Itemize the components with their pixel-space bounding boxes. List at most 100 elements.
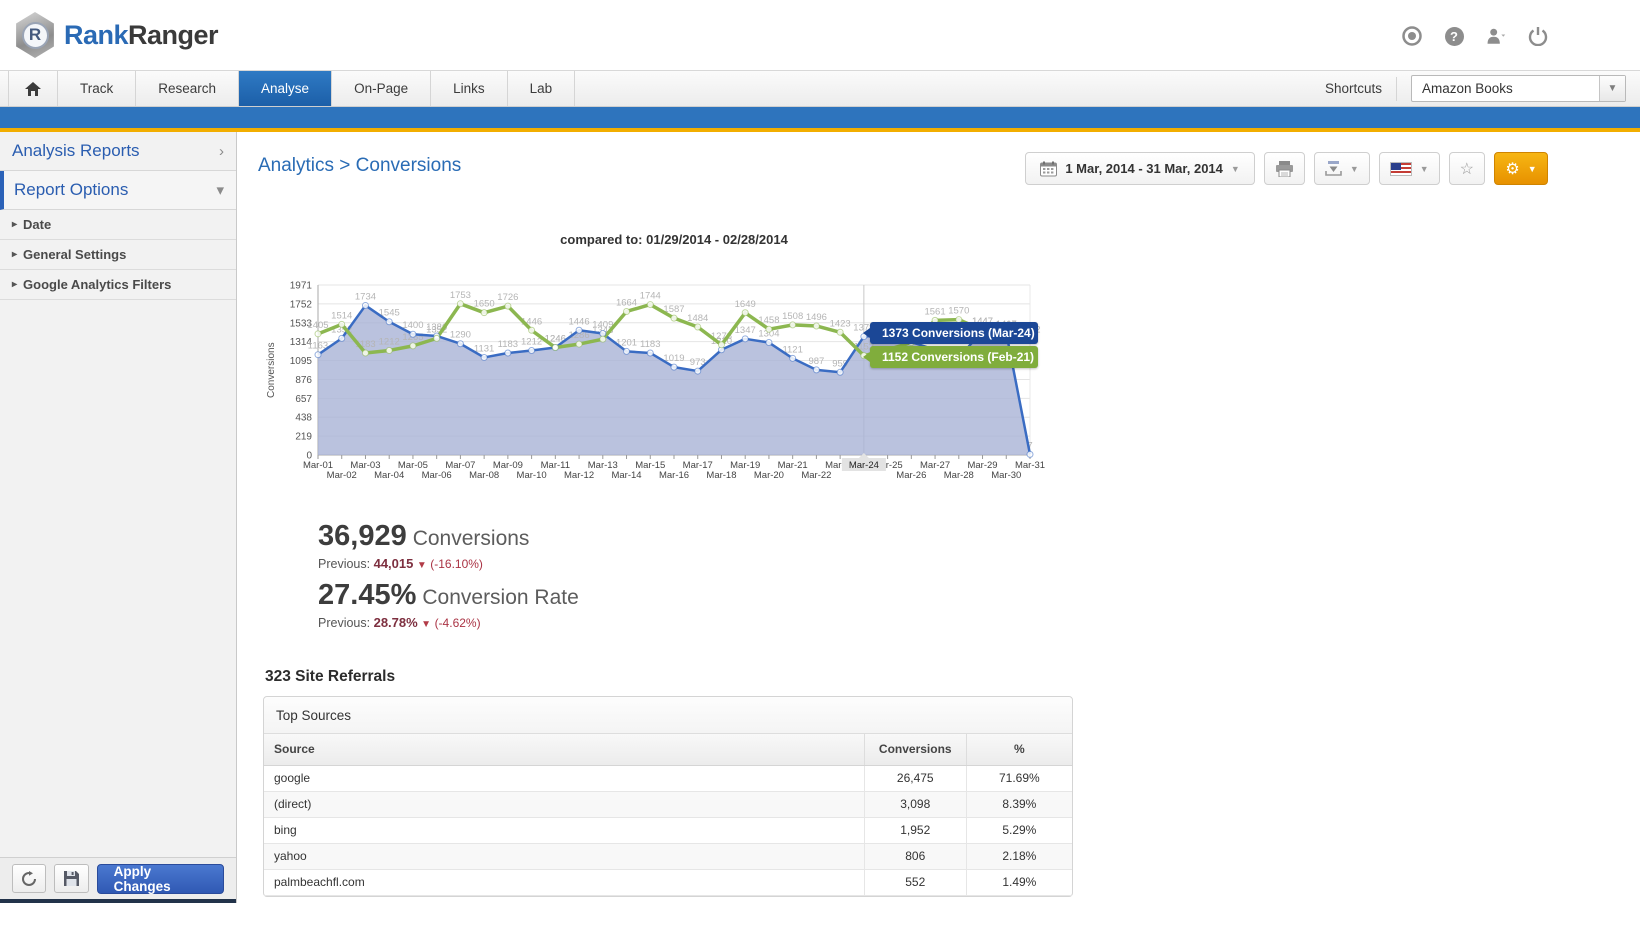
chevron-down-icon: ▼ [1599,76,1625,101]
svg-text:1971: 1971 [290,281,313,292]
us-flag-icon [1390,162,1412,176]
svg-text:1650: 1650 [474,299,495,310]
panel-title: Top Sources [264,697,1072,734]
svg-text:1446: 1446 [568,316,589,327]
column-header: % [966,734,1072,765]
previous-value: 28.78% [374,615,418,630]
print-button[interactable] [1264,152,1305,185]
svg-text:Conversions: Conversions [266,342,277,398]
nav-tab-research[interactable]: Research [136,71,239,106]
settings-button[interactable]: ⚙ ▼ [1494,152,1548,185]
sidebar-option-date[interactable]: ▸Date [0,210,236,240]
top-sources-panel: Top Sources SourceConversions% google26,… [263,696,1073,897]
nav-tab-links[interactable]: Links [431,71,508,106]
chevron-down-icon: ▼ [1420,164,1429,174]
account-select[interactable]: Amazon Books ▼ [1411,75,1626,102]
sidebar-bottom-strip [0,899,236,903]
column-header: Source [264,734,864,765]
brand-ranger: Ranger [128,20,218,50]
save-icon [64,871,79,886]
app-logo: R RankRanger [14,12,218,58]
svg-text:Mar-02: Mar-02 [327,470,357,481]
nav-tab-track[interactable]: Track [58,71,136,106]
gold-band [0,128,1640,132]
user-icon[interactable] [1486,26,1506,46]
table-cell: 8.39% [966,791,1072,817]
chart-canvas[interactable]: 021943865787610951314153317521971Convers… [258,268,1048,486]
blue-band [0,107,1640,128]
printer-icon [1275,161,1294,177]
svg-text:987: 987 [808,356,824,367]
previous-label: Previous: [318,616,370,630]
svg-text:1514: 1514 [331,310,352,321]
table-cell: bing [264,817,864,843]
tooltip-current: 1373 Conversions (Mar-24) [870,322,1038,344]
account-select-value: Amazon Books [1412,81,1599,96]
brand-rank: Rank [64,20,128,50]
home-tab[interactable] [8,71,58,106]
chevron-down-icon: ▼ [1350,164,1359,174]
apply-changes-button[interactable]: Apply Changes [97,864,224,894]
app-header: R RankRanger ? [0,0,1640,70]
conversions-total: 36,929 [318,520,407,552]
sidebar-section-analysis-reports[interactable]: Analysis Reports› [0,132,236,171]
refresh-button[interactable] [12,864,46,893]
export-icon [1325,161,1342,176]
main-nav: TrackResearchAnalyseOn-PageLinksLab Shor… [0,70,1640,107]
referrals-title: 323 Site Referrals [265,668,395,686]
svg-text:1664: 1664 [616,297,637,308]
logo-letter: R [22,22,49,49]
svg-text:Mar-31: Mar-31 [1015,460,1045,471]
nav-tab-analyse[interactable]: Analyse [239,71,332,106]
conversions-label: Conversions [413,527,530,550]
star-icon: ☆ [1460,159,1474,179]
svg-text:1347: 1347 [735,325,756,336]
svg-text:1508: 1508 [782,311,803,322]
table-cell: 1,952 [864,817,966,843]
table-cell: 2.18% [966,843,1072,869]
triangle-right-icon: ▸ [12,249,17,260]
nav-tab-on-page[interactable]: On-Page [332,71,431,106]
language-button[interactable]: ▼ [1379,152,1440,185]
sidebar-section-report-options[interactable]: Report Options▾ [0,171,236,210]
column-header: Conversions [864,734,966,765]
globe-icon[interactable] [1402,26,1422,46]
sidebar-footer: Apply Changes [0,857,236,899]
date-range-button[interactable]: 1 Mar, 2014 - 31 Mar, 2014 ▼ [1025,152,1254,185]
sidebar-option-google-analytics-filters[interactable]: ▸Google Analytics Filters [0,270,236,300]
export-button[interactable]: ▼ [1314,152,1370,185]
chevron-down-icon: ▼ [1231,164,1240,174]
svg-text:1484: 1484 [687,313,708,324]
change-percent: (-4.62%) [435,616,481,630]
table-cell: (direct) [264,791,864,817]
svg-text:Mar-04: Mar-04 [374,470,404,481]
help-icon[interactable]: ? [1444,26,1464,46]
svg-text:Mar-30: Mar-30 [991,470,1021,481]
refresh-icon [21,871,37,887]
triangle-right-icon: ▸ [12,219,17,230]
svg-text:1496: 1496 [806,312,827,323]
date-range-value: 1 Mar, 2014 - 31 Mar, 2014 [1065,161,1223,176]
shortcuts-menu[interactable]: Shortcuts [1325,77,1397,101]
breadcrumb: Analytics > Conversions [258,155,461,177]
tooltip-previous: 1152 Conversions (Feb-21) [870,346,1038,368]
conversions-chart: 021943865787610951314153317521971Convers… [258,268,1048,486]
favorite-button[interactable]: ☆ [1449,152,1485,185]
nav-tab-lab[interactable]: Lab [508,71,576,106]
svg-text:1212: 1212 [521,336,542,347]
svg-text:1183: 1183 [640,339,660,350]
chevron-icon: › [219,143,224,160]
save-button[interactable] [54,864,88,893]
svg-text:1752: 1752 [290,299,313,310]
svg-text:1734: 1734 [355,291,376,302]
brand-name: RankRanger [64,20,218,51]
power-icon[interactable] [1528,26,1548,46]
svg-text:219: 219 [295,432,312,443]
sidebar-option-general-settings[interactable]: ▸General Settings [0,240,236,270]
table-cell: yahoo [264,843,864,869]
table-cell: 1.49% [966,869,1072,895]
table-cell: 26,475 [864,765,966,791]
svg-text:Mar-26: Mar-26 [896,470,926,481]
sidebar-options: ▸Date▸General Settings▸Google Analytics … [0,210,236,300]
conversions-previous: Previous: 44,015 ▼ (-16.10%) [318,556,579,571]
